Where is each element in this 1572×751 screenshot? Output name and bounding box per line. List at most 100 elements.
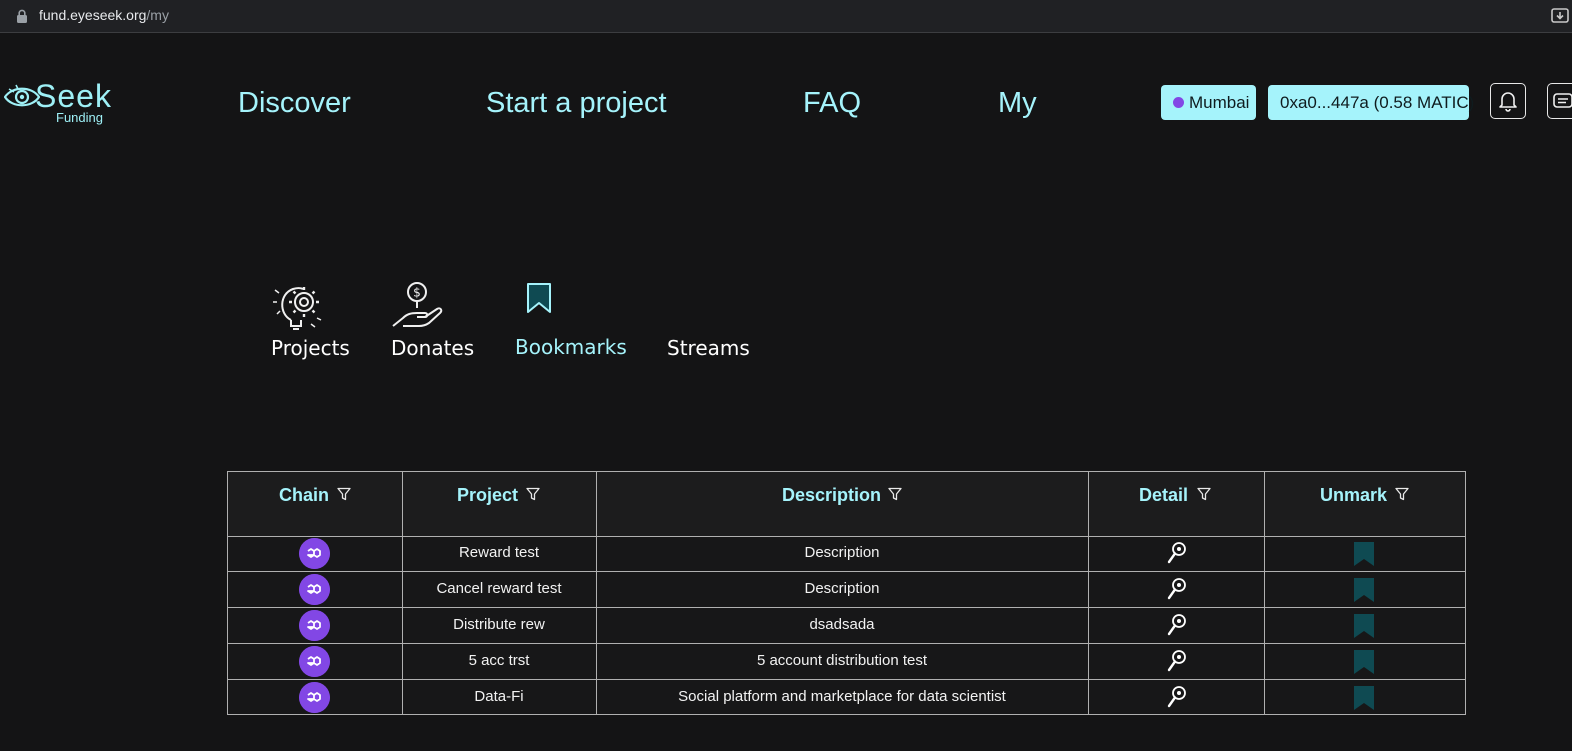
nav-faq[interactable]: FAQ: [803, 86, 861, 120]
project-description: dsadsada: [809, 616, 875, 633]
project-description: Social platform and marketplace for data…: [678, 688, 1006, 705]
project-name: Reward test: [458, 544, 540, 561]
chain-cell: [228, 608, 403, 643]
polygon-network-icon: [1173, 97, 1184, 108]
svg-text:$: $: [413, 286, 421, 300]
chain-cell: [228, 680, 403, 715]
table-row: Distribute rew dsadsada: [228, 608, 1465, 644]
tab-donates-label: Donates: [391, 336, 475, 360]
detail-cell: [1088, 572, 1265, 607]
column-header-label: Detail: [1139, 485, 1189, 505]
polygon-chain-icon: [299, 682, 330, 713]
description-cell: dsadsada: [596, 608, 1089, 643]
projects-gear-bulb-icon: [273, 287, 322, 330]
column-header-label: Chain: [279, 485, 330, 505]
magnifier-eye-icon[interactable]: [1167, 685, 1187, 709]
project-name: Cancel reward test: [436, 580, 562, 597]
description-cell: Social platform and marketplace for data…: [596, 680, 1089, 715]
column-header-label: Unmark: [1320, 485, 1388, 505]
description-cell: 5 account distribution test: [596, 644, 1089, 679]
column-header-label: Project: [457, 485, 519, 505]
table-row: 5 acc trst 5 account distribution test: [228, 644, 1465, 680]
project-name: 5 acc trst: [468, 652, 530, 669]
filter-icon[interactable]: [337, 487, 351, 501]
column-header-description[interactable]: Description: [596, 472, 1089, 536]
table-row: Cancel reward test Description: [228, 572, 1465, 608]
magnifier-eye-icon[interactable]: [1167, 613, 1187, 637]
polygon-chain-icon: [299, 646, 330, 677]
column-header-detail[interactable]: Detail: [1088, 472, 1265, 536]
table-row: Reward test Description: [228, 536, 1465, 572]
unmark-bookmark-icon[interactable]: [1353, 542, 1375, 566]
magnifier-eye-icon[interactable]: [1167, 577, 1187, 601]
unmark-cell: [1264, 680, 1465, 715]
column-header-chain[interactable]: Chain: [228, 472, 403, 536]
network-label: Mumbai: [1189, 93, 1250, 112]
column-header-unmark[interactable]: Unmark: [1264, 472, 1465, 536]
project-description: 5 account distribution test: [756, 652, 928, 669]
bell-icon: [1498, 91, 1517, 112]
lock-icon: [17, 9, 27, 23]
project-name: Distribute rew: [453, 616, 545, 633]
nav-discover[interactable]: Discover: [238, 86, 351, 120]
tab-projects-label: Projects: [271, 336, 350, 360]
unmark-bookmark-icon[interactable]: [1353, 650, 1375, 674]
unmark-cell: [1264, 608, 1465, 643]
column-header-project[interactable]: Project: [402, 472, 597, 536]
table-row: Data-Fi Social platform and marketplace …: [228, 680, 1465, 715]
eyeseek-logo[interactable]: Seek Funding: [4, 78, 114, 130]
unmark-cell: [1264, 536, 1465, 571]
magnifier-eye-icon[interactable]: [1167, 649, 1187, 673]
donate-hand-coin-icon: $: [392, 282, 443, 327]
detail-cell: [1088, 644, 1265, 679]
polygon-chain-icon: [299, 538, 330, 569]
url-path: /my: [146, 7, 169, 23]
detail-cell: [1088, 608, 1265, 643]
network-button[interactable]: Mumbai: [1161, 85, 1256, 120]
wallet-label: 0xa0...447a (0.58 MATIC): [1280, 93, 1475, 112]
unmark-bookmark-icon[interactable]: [1353, 578, 1375, 602]
nav-start-project[interactable]: Start a project: [486, 86, 667, 120]
chat-icon: [1553, 92, 1572, 108]
project-description: Description: [804, 544, 880, 561]
unmark-bookmark-icon[interactable]: [1353, 614, 1375, 638]
project-cell: Cancel reward test: [402, 572, 597, 607]
polygon-chain-icon: [299, 574, 330, 605]
column-header-label: Description: [782, 485, 882, 505]
browser-address-bar[interactable]: fund.eyeseek.org/my: [0, 0, 1572, 33]
tab-streams-label: Streams: [667, 336, 750, 360]
chain-cell: [228, 572, 403, 607]
wallet-button[interactable]: 0xa0...447a (0.58 MATIC): [1268, 85, 1474, 120]
bookmarks-table: Chain Project Description Detail Unmark …: [227, 471, 1466, 715]
chat-button[interactable]: [1547, 83, 1572, 119]
chain-cell: [228, 644, 403, 679]
filter-icon[interactable]: [1395, 487, 1409, 501]
filter-icon[interactable]: [526, 487, 540, 501]
description-cell: Description: [596, 536, 1089, 571]
url-text[interactable]: fund.eyeseek.org/my: [39, 7, 169, 23]
tab-bookmarks-label: Bookmarks: [515, 335, 627, 359]
project-cell: Reward test: [402, 536, 597, 571]
unmark-cell: [1264, 644, 1465, 679]
bookmark-icon: [527, 283, 551, 313]
description-cell: Description: [596, 572, 1089, 607]
logo-seek-text: Seek: [35, 78, 112, 114]
url-host: fund.eyeseek.org: [39, 7, 147, 23]
notifications-button[interactable]: [1490, 83, 1526, 119]
project-description: Description: [804, 580, 880, 597]
nav-my[interactable]: My: [998, 86, 1037, 120]
detail-cell: [1088, 680, 1265, 715]
chain-cell: [228, 536, 403, 571]
project-cell: Distribute rew: [402, 608, 597, 643]
filter-icon[interactable]: [888, 487, 902, 501]
filter-icon[interactable]: [1197, 487, 1211, 501]
project-cell: 5 acc trst: [402, 644, 597, 679]
project-cell: Data-Fi: [402, 680, 597, 715]
detail-cell: [1088, 536, 1265, 571]
magnifier-eye-icon[interactable]: [1167, 541, 1187, 565]
unmark-cell: [1264, 572, 1465, 607]
logo-funding-text: Funding: [56, 110, 103, 125]
polygon-chain-icon: [299, 610, 330, 641]
unmark-bookmark-icon[interactable]: [1353, 686, 1375, 710]
install-app-icon[interactable]: [1550, 6, 1572, 26]
